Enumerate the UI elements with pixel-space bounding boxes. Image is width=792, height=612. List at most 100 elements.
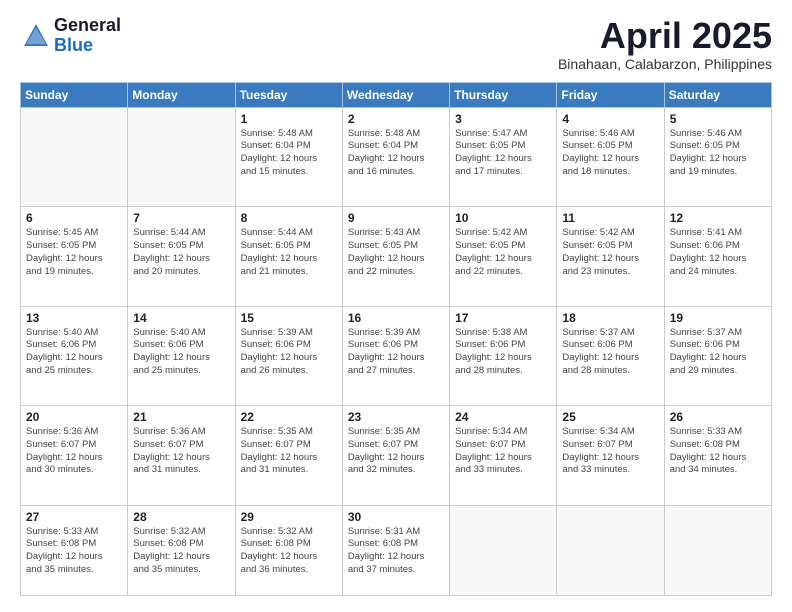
table-row (21, 107, 128, 206)
day-info: Sunrise: 5:48 AMSunset: 6:04 PMDaylight:… (241, 128, 337, 179)
day-number: 12 (670, 211, 766, 225)
table-row: 25 Sunrise: 5:34 AMSunset: 6:07 PMDayligh… (557, 406, 664, 505)
table-row: 30 Sunrise: 5:31 AMSunset: 6:08 PMDayligh… (342, 505, 449, 595)
logo: General Blue (20, 16, 121, 56)
table-row: 18 Sunrise: 5:37 AMSunset: 6:06 PMDayligh… (557, 306, 664, 405)
day-info: Sunrise: 5:34 AMSunset: 6:07 PMDaylight:… (562, 426, 658, 477)
day-number: 5 (670, 112, 766, 126)
day-number: 11 (562, 211, 658, 225)
day-number: 7 (133, 211, 229, 225)
day-number: 25 (562, 410, 658, 424)
day-number: 8 (241, 211, 337, 225)
day-number: 10 (455, 211, 551, 225)
day-number: 4 (562, 112, 658, 126)
day-info: Sunrise: 5:45 AMSunset: 6:05 PMDaylight:… (26, 227, 122, 278)
day-info: Sunrise: 5:46 AMSunset: 6:05 PMDaylight:… (562, 128, 658, 179)
table-row: 29 Sunrise: 5:32 AMSunset: 6:08 PMDayligh… (235, 505, 342, 595)
day-info: Sunrise: 5:36 AMSunset: 6:07 PMDaylight:… (133, 426, 229, 477)
day-number: 2 (348, 112, 444, 126)
day-info: Sunrise: 5:41 AMSunset: 6:06 PMDaylight:… (670, 227, 766, 278)
title-block: April 2025 Binahaan, Calabarzon, Philipp… (558, 16, 772, 72)
calendar-week-3: 13 Sunrise: 5:40 AMSunset: 6:06 PMDayligh… (21, 306, 772, 405)
day-info: Sunrise: 5:33 AMSunset: 6:08 PMDaylight:… (26, 526, 122, 577)
day-number: 24 (455, 410, 551, 424)
day-number: 16 (348, 311, 444, 325)
day-number: 1 (241, 112, 337, 126)
calendar-week-2: 6Sunrise: 5:45 AMSunset: 6:05 PMDaylight… (21, 207, 772, 306)
day-number: 13 (26, 311, 122, 325)
day-info: Sunrise: 5:47 AMSunset: 6:05 PMDaylight:… (455, 128, 551, 179)
day-number: 9 (348, 211, 444, 225)
day-info: Sunrise: 5:42 AMSunset: 6:05 PMDaylight:… (455, 227, 551, 278)
table-row: 14 Sunrise: 5:40 AMSunset: 6:06 PMDayligh… (128, 306, 235, 405)
table-row: 13 Sunrise: 5:40 AMSunset: 6:06 PMDayligh… (21, 306, 128, 405)
table-row: 1 Sunrise: 5:48 AMSunset: 6:04 PMDaylight… (235, 107, 342, 206)
calendar-week-1: 1 Sunrise: 5:48 AMSunset: 6:04 PMDaylight… (21, 107, 772, 206)
table-row: 26 Sunrise: 5:33 AMSunset: 6:08 PMDayligh… (664, 406, 771, 505)
table-row: 9 Sunrise: 5:43 AMSunset: 6:05 PMDaylight… (342, 207, 449, 306)
col-monday: Monday (128, 82, 235, 107)
table-row: 11Sunrise: 5:42 AMSunset: 6:05 PMDayligh… (557, 207, 664, 306)
calendar-header-row: Sunday Monday Tuesday Wednesday Thursday… (21, 82, 772, 107)
table-row: 4 Sunrise: 5:46 AMSunset: 6:05 PMDaylight… (557, 107, 664, 206)
day-number: 21 (133, 410, 229, 424)
day-number: 27 (26, 510, 122, 524)
day-info: Sunrise: 5:43 AMSunset: 6:05 PMDaylight:… (348, 227, 444, 278)
day-info: Sunrise: 5:40 AMSunset: 6:06 PMDaylight:… (26, 327, 122, 378)
table-row: 27 Sunrise: 5:33 AMSunset: 6:08 PMDayligh… (21, 505, 128, 595)
day-info: Sunrise: 5:31 AMSunset: 6:08 PMDaylight:… (348, 526, 444, 577)
logo-text: General Blue (54, 16, 121, 56)
table-row: 5Sunrise: 5:46 AMSunset: 6:05 PMDaylight… (664, 107, 771, 206)
col-friday: Friday (557, 82, 664, 107)
title-location: Binahaan, Calabarzon, Philippines (558, 56, 772, 72)
table-row (128, 107, 235, 206)
table-row (557, 505, 664, 595)
col-sunday: Sunday (21, 82, 128, 107)
day-info: Sunrise: 5:34 AMSunset: 6:07 PMDaylight:… (455, 426, 551, 477)
logo-general-text: General (54, 16, 121, 36)
day-number: 28 (133, 510, 229, 524)
table-row: 3 Sunrise: 5:47 AMSunset: 6:05 PMDaylight… (450, 107, 557, 206)
header: General Blue April 2025 Binahaan, Calaba… (20, 16, 772, 72)
calendar-week-4: 20Sunrise: 5:36 AMSunset: 6:07 PMDayligh… (21, 406, 772, 505)
day-info: Sunrise: 5:44 AMSunset: 6:05 PMDaylight:… (241, 227, 337, 278)
table-row: 17Sunrise: 5:38 AMSunset: 6:06 PMDayligh… (450, 306, 557, 405)
day-info: Sunrise: 5:33 AMSunset: 6:08 PMDaylight:… (670, 426, 766, 477)
table-row: 12 Sunrise: 5:41 AMSunset: 6:06 PMDayligh… (664, 207, 771, 306)
col-saturday: Saturday (664, 82, 771, 107)
table-row: 16Sunrise: 5:39 AMSunset: 6:06 PMDayligh… (342, 306, 449, 405)
day-info: Sunrise: 5:44 AMSunset: 6:05 PMDaylight:… (133, 227, 229, 278)
calendar-table: Sunday Monday Tuesday Wednesday Thursday… (20, 82, 772, 596)
table-row: 21 Sunrise: 5:36 AMSunset: 6:07 PMDayligh… (128, 406, 235, 505)
day-number: 3 (455, 112, 551, 126)
table-row: 28 Sunrise: 5:32 AMSunset: 6:08 PMDayligh… (128, 505, 235, 595)
table-row: 2 Sunrise: 5:48 AMSunset: 6:04 PMDaylight… (342, 107, 449, 206)
day-number: 18 (562, 311, 658, 325)
table-row: 8 Sunrise: 5:44 AMSunset: 6:05 PMDaylight… (235, 207, 342, 306)
day-info: Sunrise: 5:48 AMSunset: 6:04 PMDaylight:… (348, 128, 444, 179)
table-row: 15 Sunrise: 5:39 AMSunset: 6:06 PMDayligh… (235, 306, 342, 405)
day-number: 29 (241, 510, 337, 524)
day-info: Sunrise: 5:32 AMSunset: 6:08 PMDaylight:… (241, 526, 337, 577)
day-info: Sunrise: 5:32 AMSunset: 6:08 PMDaylight:… (133, 526, 229, 577)
day-number: 22 (241, 410, 337, 424)
day-number: 15 (241, 311, 337, 325)
day-info: Sunrise: 5:37 AMSunset: 6:06 PMDaylight:… (670, 327, 766, 378)
day-number: 30 (348, 510, 444, 524)
table-row: 6Sunrise: 5:45 AMSunset: 6:05 PMDaylight… (21, 207, 128, 306)
day-number: 14 (133, 311, 229, 325)
logo-icon (22, 22, 50, 50)
col-thursday: Thursday (450, 82, 557, 107)
day-info: Sunrise: 5:38 AMSunset: 6:06 PMDaylight:… (455, 327, 551, 378)
day-number: 26 (670, 410, 766, 424)
calendar-week-5: 27 Sunrise: 5:33 AMSunset: 6:08 PMDayligh… (21, 505, 772, 595)
table-row: 7 Sunrise: 5:44 AMSunset: 6:05 PMDaylight… (128, 207, 235, 306)
title-month: April 2025 (558, 16, 772, 56)
table-row: 24 Sunrise: 5:34 AMSunset: 6:07 PMDayligh… (450, 406, 557, 505)
table-row (664, 505, 771, 595)
day-info: Sunrise: 5:40 AMSunset: 6:06 PMDaylight:… (133, 327, 229, 378)
col-tuesday: Tuesday (235, 82, 342, 107)
day-info: Sunrise: 5:39 AMSunset: 6:06 PMDaylight:… (241, 327, 337, 378)
col-wednesday: Wednesday (342, 82, 449, 107)
day-info: Sunrise: 5:37 AMSunset: 6:06 PMDaylight:… (562, 327, 658, 378)
